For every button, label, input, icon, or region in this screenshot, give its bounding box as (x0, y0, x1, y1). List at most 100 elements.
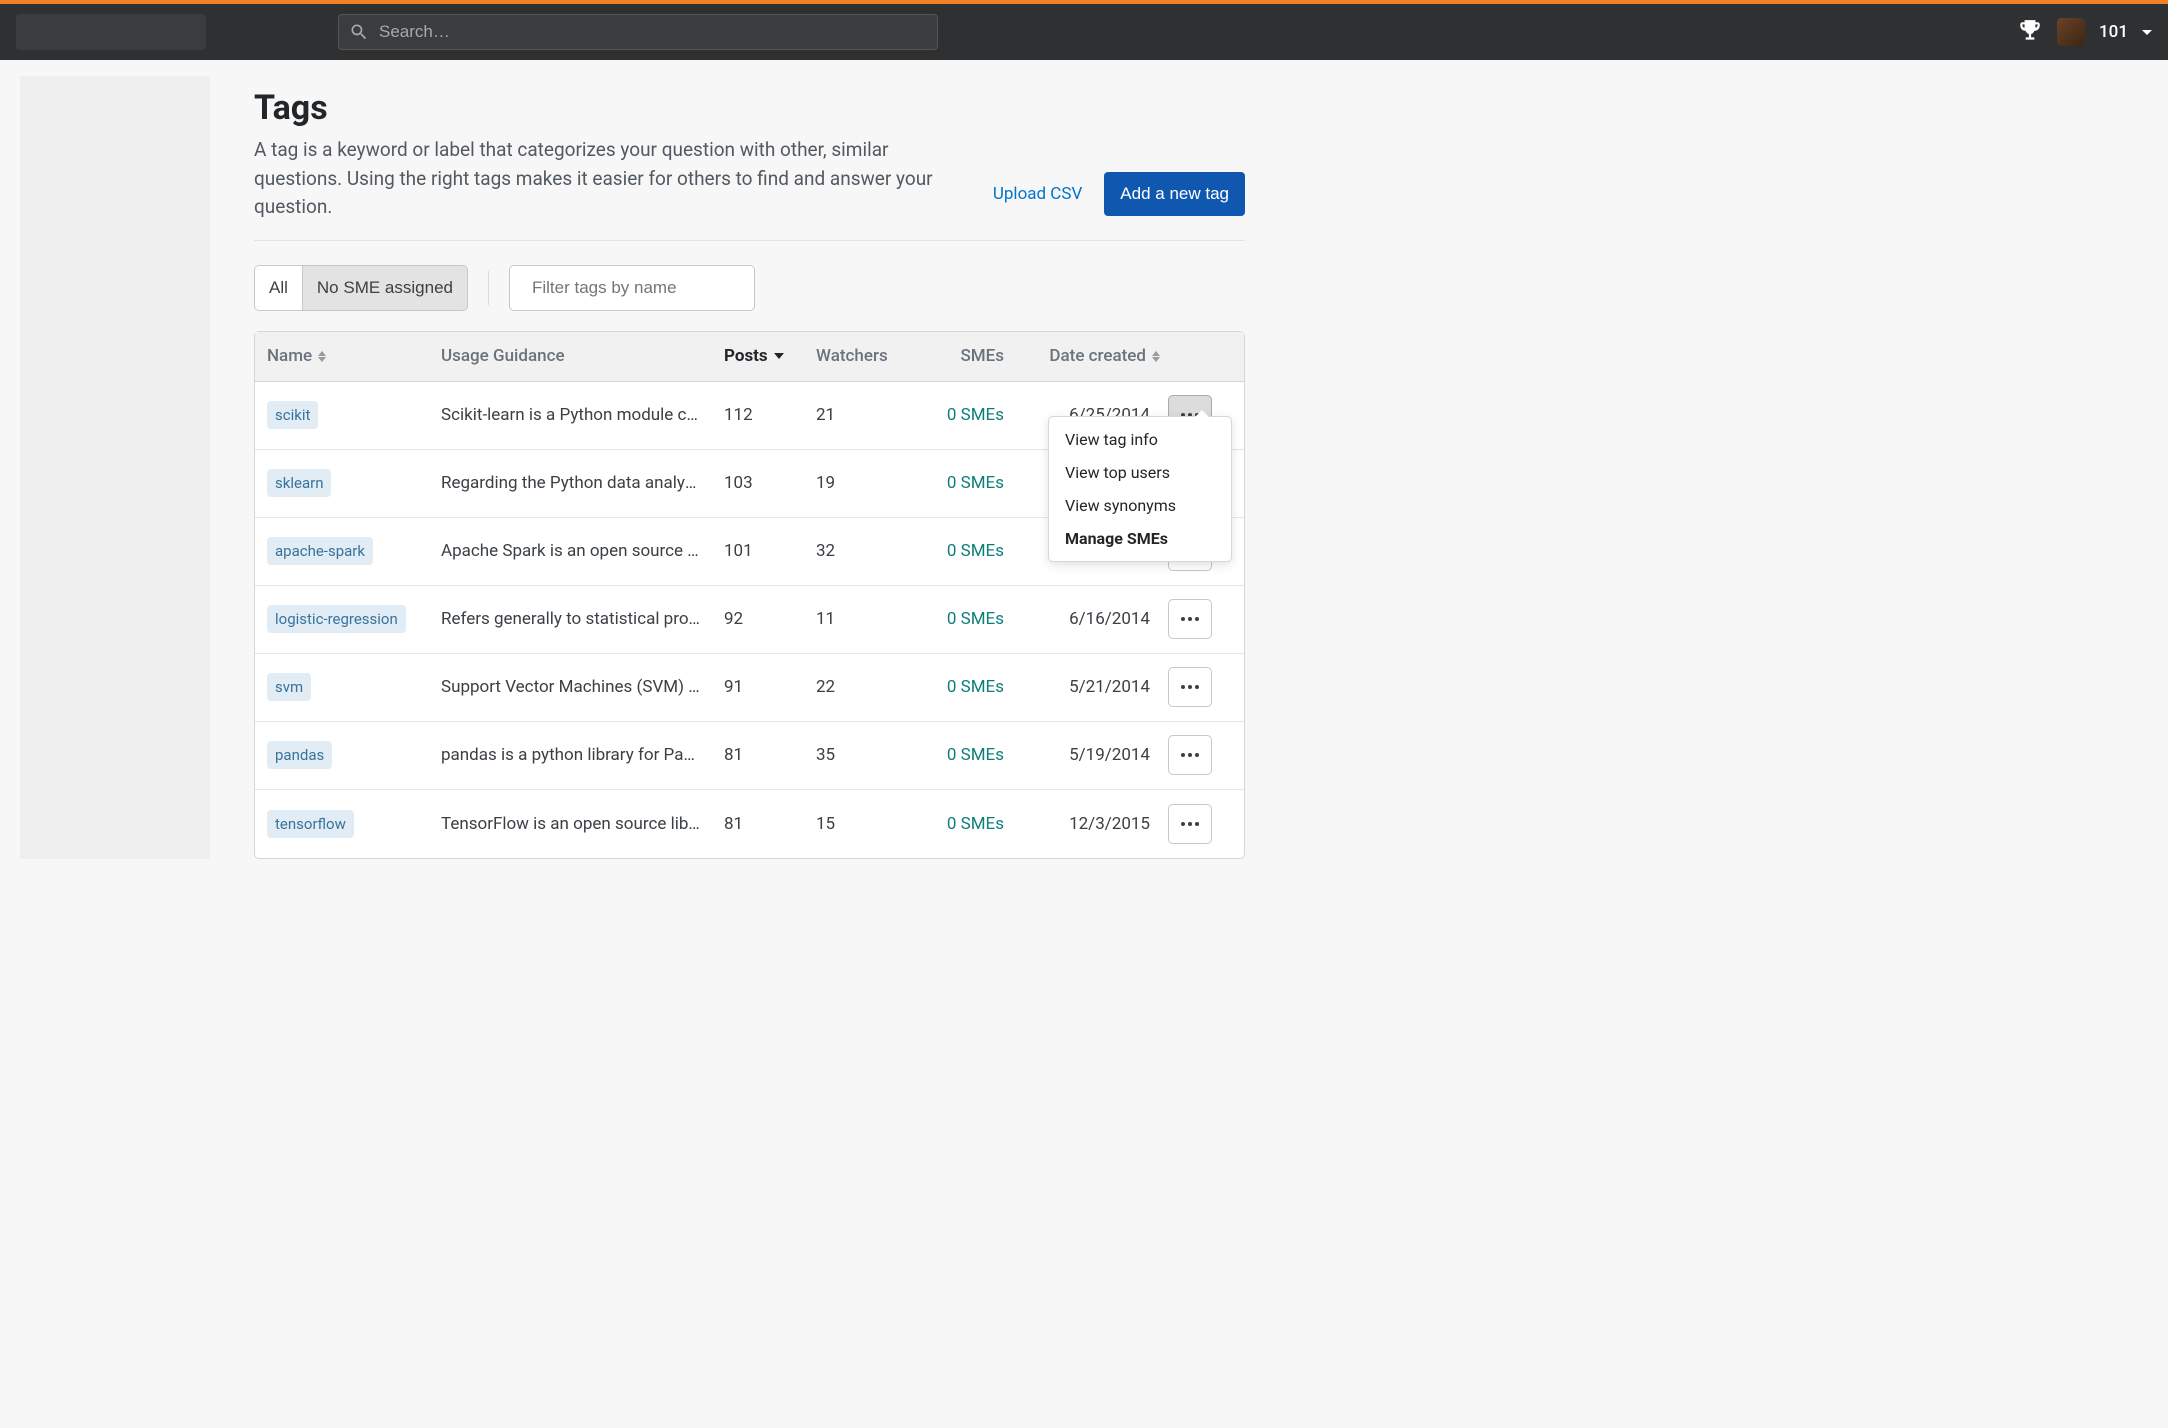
cell-smes: 0 SMEs (924, 609, 1004, 629)
smes-link[interactable]: 0 SMEs (947, 405, 1004, 425)
cell-name: tensorflow (255, 810, 441, 838)
header-text: Tags A tag is a keyword or label that ca… (254, 88, 934, 222)
cell-name: sklearn (255, 469, 441, 497)
row-actions-button[interactable] (1168, 735, 1212, 775)
upload-csv-link[interactable]: Upload CSV (993, 184, 1082, 204)
cell-date: 6/16/2014 (1004, 609, 1168, 629)
more-icon (1181, 617, 1199, 621)
cell-posts: 91 (724, 677, 816, 697)
vertical-separator (488, 271, 489, 305)
trophy-icon[interactable] (2017, 19, 2043, 45)
topbar-right: 101 (2017, 18, 2152, 46)
smes-link[interactable]: 0 SMEs (947, 677, 1004, 697)
col-watchers-header[interactable]: Watchers (816, 346, 924, 366)
search-container[interactable] (338, 14, 938, 50)
smes-link[interactable]: 0 SMEs (947, 745, 1004, 765)
col-date-header[interactable]: Date created (1004, 346, 1168, 366)
cell-usage: Support Vector Machines (SVM) a… (441, 677, 724, 697)
cell-watchers: 15 (816, 814, 924, 834)
cell-posts: 92 (724, 609, 816, 629)
sort-down-icon (774, 353, 784, 359)
popover-view-syn[interactable]: View synonyms (1049, 489, 1231, 522)
tag-link[interactable]: tensorflow (267, 810, 354, 838)
cell-name: logistic-regression (255, 605, 441, 633)
tag-link[interactable]: scikit (267, 401, 318, 429)
tag-link[interactable]: sklearn (267, 469, 331, 497)
cell-posts: 103 (724, 473, 816, 493)
row-actions-button[interactable] (1168, 599, 1212, 639)
col-usage-header[interactable]: Usage Guidance (441, 346, 724, 366)
chevron-down-icon[interactable] (2142, 30, 2152, 35)
filter-container[interactable] (509, 265, 755, 311)
topbar: 101 (0, 4, 2168, 60)
table-row: pandas pandas is a python library for Pa… (255, 722, 1244, 790)
smes-link[interactable]: 0 SMEs (947, 473, 1004, 493)
popover-manage-smes[interactable]: Manage SMEs (1049, 522, 1231, 555)
usage-text: Apache Spark is an open source c… (441, 541, 721, 561)
cell-actions (1168, 735, 1244, 775)
smes-link[interactable]: 0 SMEs (947, 814, 1004, 834)
row-actions-button[interactable] (1168, 804, 1212, 844)
table-header: Name Usage Guidance Posts Watchers SMEs … (255, 332, 1244, 382)
tag-link[interactable]: apache-spark (267, 537, 373, 565)
cell-actions (1168, 667, 1244, 707)
cell-usage: Scikit-learn is a Python module co… (441, 405, 724, 425)
cell-smes: 0 SMEs (924, 814, 1004, 834)
logo-placeholder[interactable] (16, 14, 206, 50)
usage-text: Support Vector Machines (SVM) a… (441, 677, 721, 697)
col-watchers-label: Watchers (816, 346, 888, 366)
reputation-score: 101 (2099, 22, 2128, 42)
more-icon (1181, 753, 1199, 757)
smes-link[interactable]: 0 SMEs (947, 541, 1004, 561)
col-posts-header[interactable]: Posts (724, 346, 816, 366)
popover-view-info[interactable]: View tag info (1049, 423, 1231, 456)
cell-posts: 81 (724, 814, 816, 834)
cell-name: apache-spark (255, 537, 441, 565)
filter-input[interactable] (532, 278, 753, 298)
smes-link[interactable]: 0 SMEs (947, 609, 1004, 629)
table-row: svm Support Vector Machines (SVM) a… 91 … (255, 654, 1244, 722)
col-smes-header[interactable]: SMEs (924, 346, 1004, 366)
col-posts-label: Posts (724, 346, 768, 366)
cell-name: pandas (255, 741, 441, 769)
tag-link[interactable]: logistic-regression (267, 605, 406, 633)
cell-usage: Apache Spark is an open source c… (441, 541, 724, 561)
row-actions-button[interactable] (1168, 667, 1212, 707)
add-tag-button[interactable]: Add a new tag (1104, 172, 1245, 216)
usage-text: Refers generally to statistical proc… (441, 609, 721, 629)
tag-link[interactable]: pandas (267, 741, 332, 769)
usage-text: pandas is a python library for Pan… (441, 745, 721, 765)
page-body: Tags A tag is a keyword or label that ca… (0, 60, 2168, 859)
cell-date: 12/3/2015 (1004, 814, 1168, 834)
col-name-header[interactable]: Name (255, 346, 441, 366)
cell-smes: 0 SMEs (924, 541, 1004, 561)
page-header: Tags A tag is a keyword or label that ca… (254, 88, 1245, 241)
cell-usage: Refers generally to statistical proc… (441, 609, 724, 629)
seg-no-sme-button[interactable]: No SME assigned (302, 266, 467, 310)
cell-actions (1168, 804, 1244, 844)
avatar[interactable] (2057, 18, 2085, 46)
toolbar: All No SME assigned (254, 265, 1245, 311)
tag-link[interactable]: svm (267, 673, 311, 701)
sort-arrows-icon (318, 351, 326, 362)
cell-date: 5/21/2014 (1004, 677, 1168, 697)
cell-posts: 81 (724, 745, 816, 765)
cell-posts: 112 (724, 405, 816, 425)
table-row: logistic-regression Refers generally to … (255, 586, 1244, 654)
table-row: tensorflow TensorFlow is an open source … (255, 790, 1244, 858)
cell-actions (1168, 599, 1244, 639)
col-smes-label: SMEs (960, 346, 1004, 366)
search-input[interactable] (379, 22, 927, 42)
page-description: A tag is a keyword or label that categor… (254, 136, 934, 222)
col-usage-label: Usage Guidance (441, 346, 565, 366)
cell-watchers: 35 (816, 745, 924, 765)
cell-watchers: 21 (816, 405, 924, 425)
col-date-label: Date created (1049, 346, 1146, 366)
cell-name: scikit (255, 401, 441, 429)
seg-all-button[interactable]: All (255, 266, 302, 310)
cell-name: svm (255, 673, 441, 701)
popover-view-top[interactable]: View top users (1049, 456, 1231, 489)
usage-text: Regarding the Python data analysi… (441, 473, 721, 493)
main-content: Tags A tag is a keyword or label that ca… (210, 76, 1275, 859)
cell-usage: pandas is a python library for Pan… (441, 745, 724, 765)
